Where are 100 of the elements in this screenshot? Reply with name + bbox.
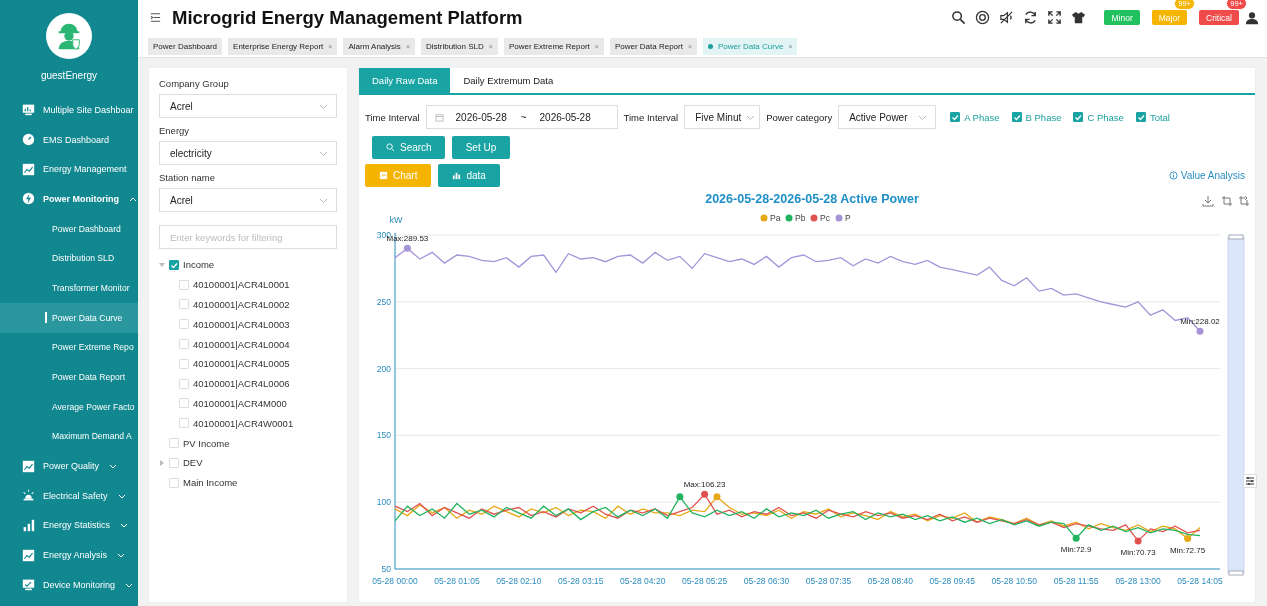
nav-item[interactable]: Energy Analysis xyxy=(0,540,138,570)
nav-item[interactable]: Power Dashboard xyxy=(0,213,138,244)
legend-label: Pa xyxy=(770,213,781,223)
tick-label: 05-28 09:45 xyxy=(929,576,975,586)
tab-label: Distribution SLD xyxy=(425,41,484,51)
data-label: Min:72.9 xyxy=(1060,545,1092,555)
field-label: Company Group xyxy=(159,78,230,89)
data-label: Min:228.02 xyxy=(1180,317,1220,327)
tab-label: Power Data Report xyxy=(614,41,683,51)
tree-label[interactable]: 40100001|ACR4L0005 xyxy=(193,358,290,370)
tab[interactable]: Daily Extremum Data xyxy=(450,68,567,93)
field-label: Station name xyxy=(159,172,216,183)
tree-label[interactable]: DEV xyxy=(183,457,203,469)
data-label: Min:70.73 xyxy=(1120,547,1156,557)
checkbox-label[interactable]: A Phase xyxy=(964,111,1000,123)
tab-label: Alarm Analysis xyxy=(348,41,401,51)
data-label: Min:72.75 xyxy=(1170,545,1206,555)
nav-item[interactable]: Electrical Safety xyxy=(0,480,138,511)
tree-label[interactable]: 40100001|ACR4L0003 xyxy=(193,318,290,330)
nav-item[interactable]: Power Data Curve xyxy=(0,302,138,333)
tick-label: 150 xyxy=(376,430,391,441)
tick-label: 05-28 06:30 xyxy=(743,576,790,586)
dropdown[interactable]: Acrel xyxy=(159,188,337,212)
setup-button[interactable]: Set Up xyxy=(451,136,511,159)
tick-label: 05-28 14:05 xyxy=(1177,576,1223,586)
date-value: 2026-05-28 xyxy=(539,111,591,123)
nav-item[interactable]: EMS Dashboard xyxy=(0,124,138,155)
chart-title: 2026-05-28-2026-05-28 Active Power xyxy=(705,192,919,206)
nav-item[interactable]: Device Monitoring xyxy=(0,570,138,600)
tree-label[interactable]: Income xyxy=(183,259,215,271)
tick-label: 05-28 02:10 xyxy=(496,576,542,586)
alarm-button[interactable]: Minor xyxy=(1104,10,1140,25)
search-button[interactable]: Search xyxy=(372,136,445,159)
legend-label: P xyxy=(845,213,851,223)
tick-label: 05-28 00:00 xyxy=(372,576,418,586)
data-label: Max:106.23 xyxy=(683,480,726,490)
tick-label: 100 xyxy=(376,497,391,508)
legend-label: Pb xyxy=(795,213,806,223)
tick-label: 05-28 03:15 xyxy=(558,576,604,586)
tick-label: 05-28 11:55 xyxy=(1053,576,1099,586)
alarm-button[interactable]: Critical xyxy=(1199,10,1239,25)
tick-label: 05-28 10:50 xyxy=(991,576,1037,586)
tab-label: Power Extreme Report xyxy=(508,41,590,51)
form-label: Power category xyxy=(766,111,833,123)
axis-label: kW xyxy=(389,215,403,225)
tab[interactable]: Daily Raw Data xyxy=(359,68,451,93)
tree-label[interactable]: Main Income xyxy=(183,477,238,489)
tab-label: Power Data Curve xyxy=(718,41,784,51)
filter-input[interactable]: Enter keywords for filtering xyxy=(159,225,337,249)
nav-item[interactable]: Energy Management xyxy=(0,154,138,185)
checkbox-label[interactable]: Total xyxy=(1149,111,1170,123)
tick-label: 05-28 05:25 xyxy=(681,576,728,586)
tree-label[interactable]: 40100001|ACR4W0001 xyxy=(193,417,294,429)
nav-item[interactable]: Power Data Report xyxy=(0,362,138,392)
tree-label[interactable]: 40100001|ACR4L0006 xyxy=(193,378,290,390)
tick-label: 250 xyxy=(376,296,391,307)
nav-item[interactable]: Multiple Site Dashboar xyxy=(0,95,138,125)
tree-label[interactable]: PV Income xyxy=(183,437,230,449)
tick-label: 05-28 08:40 xyxy=(867,576,914,586)
dropdown[interactable]: electricity xyxy=(159,141,337,165)
tick-label: 50 xyxy=(381,564,391,574)
tick-label: 05-28 13:00 xyxy=(1115,576,1161,586)
dropdown[interactable]: Acrel xyxy=(159,94,337,118)
range-separator: ~ xyxy=(520,111,527,123)
legend-item[interactable]: Pa xyxy=(760,213,781,223)
tab-label: Enterprise Energy Report xyxy=(233,41,324,51)
tree-label[interactable]: 40100001|ACR4M000 xyxy=(193,397,287,409)
user-name: guestEnergy xyxy=(39,70,99,81)
nav-item[interactable]: Distribution SLD xyxy=(0,243,138,274)
legend-item[interactable]: Pc xyxy=(810,213,830,223)
legend-item[interactable]: P xyxy=(835,213,851,223)
tree-label[interactable]: 40100001|ACR4L0001 xyxy=(193,279,290,291)
nav-item[interactable]: Average Power Facto xyxy=(0,391,138,422)
nav-item[interactable]: Transformer Monitor xyxy=(0,273,138,303)
nav-item[interactable]: Energy Statistics xyxy=(0,510,138,541)
view-button[interactable]: data xyxy=(438,164,500,187)
tick-label: 200 xyxy=(376,363,391,374)
nav-item[interactable]: Power Monitoring xyxy=(0,184,138,214)
checkbox-label[interactable]: B Phase xyxy=(1025,111,1062,123)
tick-label: 05-28 04:20 xyxy=(620,576,666,586)
tick-label: 05-28 01:05 xyxy=(434,576,480,586)
field-label: Energy xyxy=(159,125,191,136)
date-value: 2026-05-28 xyxy=(455,111,507,123)
page-title: Microgrid Energy Management Platform xyxy=(172,6,524,29)
form-label: Time Interval xyxy=(623,111,679,123)
tab-label: Power Dashboard xyxy=(153,41,218,51)
dropdown[interactable]: Five Minut xyxy=(684,105,761,129)
dropdown[interactable]: Active Power xyxy=(838,105,937,129)
date-range-field[interactable]: 2026-05-28 ~ 2026-05-28 xyxy=(425,105,618,129)
nav-item[interactable]: Maximum Demand A xyxy=(0,421,138,452)
legend-item[interactable]: Pb xyxy=(785,213,806,223)
value-analysis-link[interactable]: Value Analysis xyxy=(1168,170,1245,181)
form-label: Time Interval xyxy=(365,111,420,123)
checkbox-label[interactable]: C Phase xyxy=(1087,111,1124,123)
legend-label: Pc xyxy=(820,213,831,223)
tree-label[interactable]: 40100001|ACR4L0002 xyxy=(193,299,290,310)
tree-label[interactable]: 40100001|ACR4L0004 xyxy=(193,338,290,350)
nav-item[interactable]: Power Extreme Repo xyxy=(0,332,138,363)
tab[interactable]: Power Dashboard xyxy=(148,37,223,55)
nav-item[interactable]: Power Quality xyxy=(0,451,138,481)
